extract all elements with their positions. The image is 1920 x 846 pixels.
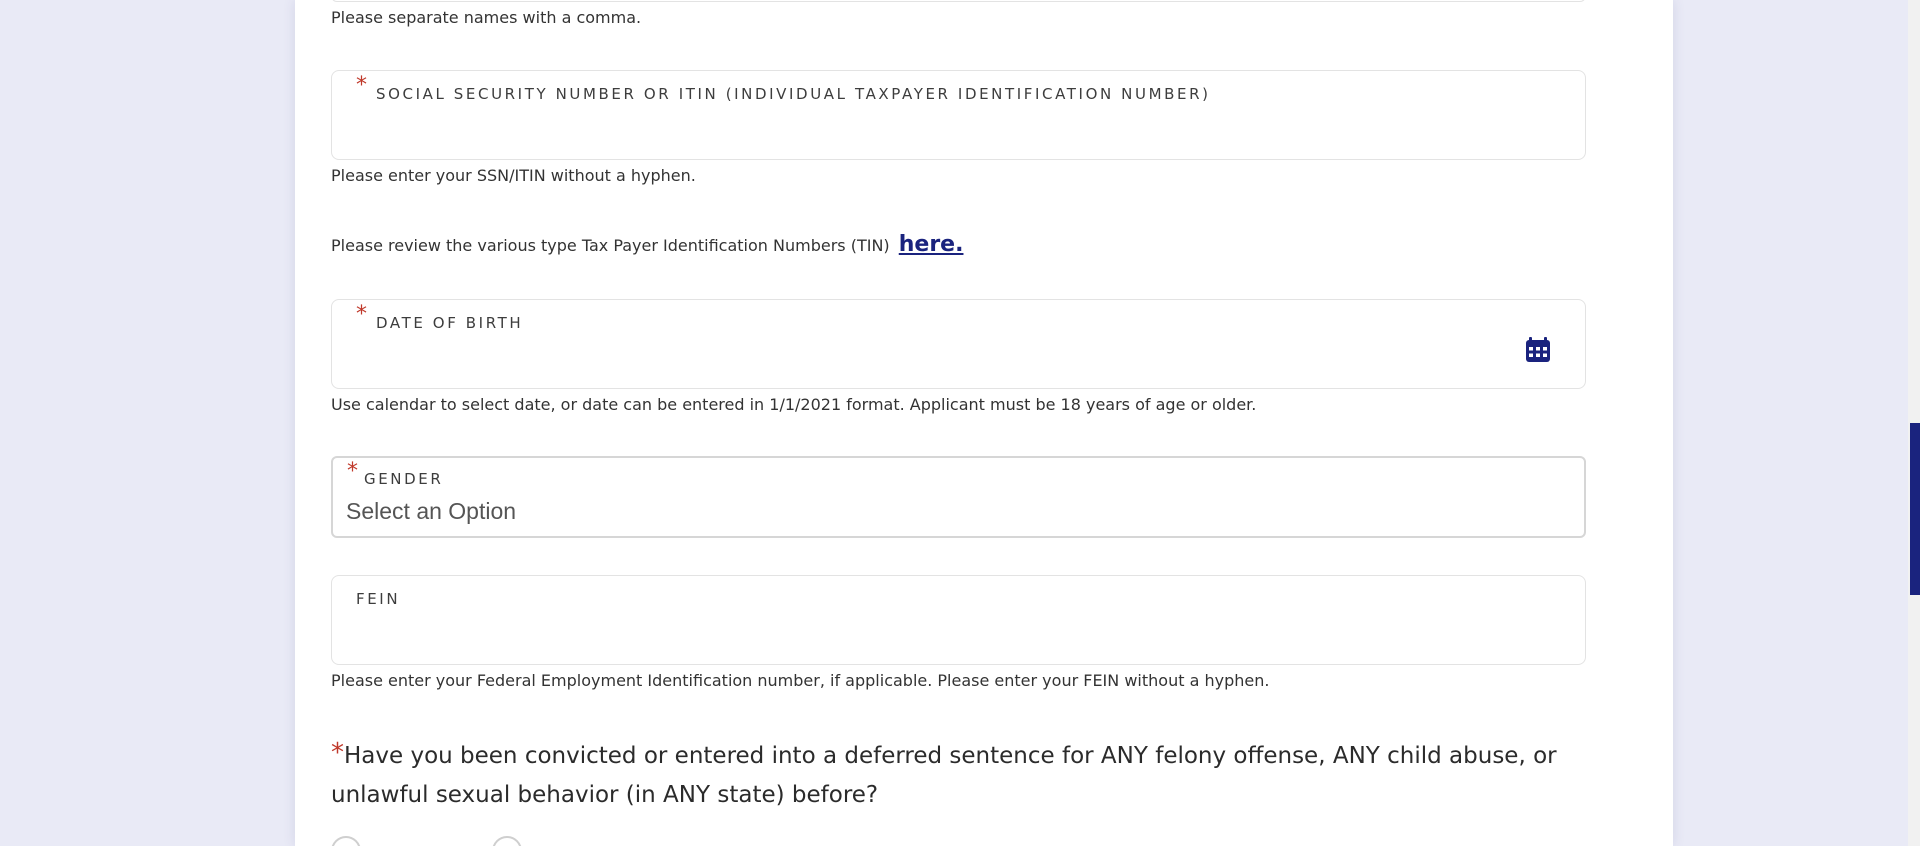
date-of-birth-label: DATE OF BIRTH <box>376 314 524 332</box>
previous-field-help: Please separate names with a comma. <box>331 8 642 27</box>
fein-field[interactable]: FEIN <box>331 575 1586 665</box>
fein-help: Please enter your Federal Employment Ide… <box>331 671 1270 690</box>
gender-label: GENDER <box>364 470 444 488</box>
date-of-birth-help: Use calendar to select date, or date can… <box>331 395 1257 414</box>
required-marker: * <box>331 738 344 768</box>
radio-no[interactable] <box>492 836 522 846</box>
required-marker: * <box>356 302 367 327</box>
fein-label: FEIN <box>356 590 401 608</box>
tin-review-text: Please review the various type Tax Payer… <box>331 232 963 257</box>
tin-review-link[interactable]: here. <box>899 232 964 257</box>
previous-field[interactable] <box>331 0 1586 2</box>
gender-select[interactable]: * GENDER Select an Option <box>331 456 1586 538</box>
date-of-birth-field[interactable]: * DATE OF BIRTH <box>331 299 1586 389</box>
ssn-label: SOCIAL SECURITY NUMBER OR ITIN (INDIVIDU… <box>376 85 1211 103</box>
page-scrollbar[interactable] <box>1908 0 1920 846</box>
calendar-icon[interactable] <box>1523 334 1553 364</box>
tin-review-label: Please review the various type Tax Payer… <box>331 236 890 255</box>
gender-select-placeholder: Select an Option <box>346 498 517 524</box>
form-card: Please separate names with a comma. * SO… <box>295 0 1673 846</box>
felony-question-text: Have you been convicted or entered into … <box>331 743 1557 808</box>
felony-question: *Have you been convicted or entered into… <box>331 736 1621 815</box>
required-marker: * <box>347 459 358 484</box>
radio-yes[interactable] <box>331 836 361 846</box>
required-marker: * <box>356 73 367 98</box>
scrollbar-thumb[interactable] <box>1910 423 1920 595</box>
ssn-help: Please enter your SSN/ITIN without a hyp… <box>331 166 696 185</box>
ssn-field[interactable]: * SOCIAL SECURITY NUMBER OR ITIN (INDIVI… <box>331 70 1586 160</box>
